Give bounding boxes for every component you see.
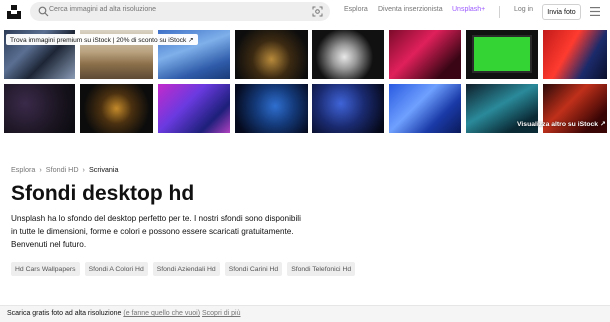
submit-photo-button[interactable]: Invia foto <box>542 4 581 20</box>
tag-sfondi-aziendali-hd[interactable]: Sfondi Aziendali Hd <box>152 262 220 276</box>
gallery-image[interactable] <box>4 84 75 133</box>
breadcrumb-sfondi-hd[interactable]: Sfondi HD <box>46 165 79 174</box>
gallery-image[interactable] <box>389 84 461 133</box>
gallery-image[interactable] <box>389 30 461 79</box>
top-navbar: Cerca immagini ad alta risoluzione Esplo… <box>0 0 610 24</box>
nav-divider <box>499 6 500 18</box>
istock-promo-banner[interactable]: Trova immagini premium su iStock | 20% d… <box>6 34 198 45</box>
tag-sfondi-telefonici-hd[interactable]: Sfondi Telefonici Hd <box>287 262 356 276</box>
gallery-image[interactable] <box>543 30 607 79</box>
footer-license-link[interactable]: (e fanne quello che vuoi) <box>123 310 200 317</box>
gallery-image[interactable] <box>158 84 230 133</box>
gallery-image[interactable] <box>235 84 308 133</box>
page-title: Sfondi desktop hd <box>11 182 195 205</box>
footer-text: Scarica gratis foto ad alta risoluzione … <box>7 310 241 317</box>
hamburger-menu-icon[interactable] <box>590 7 600 16</box>
footer-learn-more-link[interactable]: Scopri di più <box>202 310 241 317</box>
visual-search-icon[interactable] <box>312 6 323 17</box>
nav-explore[interactable]: Esplora <box>344 6 368 13</box>
search-bar[interactable]: Cerca immagini ad alta risoluzione <box>30 2 330 21</box>
see-more-istock-link[interactable]: Visualizza altro su iStock ↗ <box>517 118 606 129</box>
login-link[interactable]: Log in <box>514 6 533 13</box>
search-input[interactable]: Cerca immagini ad alta risoluzione <box>49 6 156 13</box>
gallery-image[interactable] <box>312 30 384 79</box>
breadcrumb-current: Scrivania <box>88 165 119 174</box>
related-tags: Hd Cars Wallpapers Sfondi A Colori Hd Sf… <box>11 262 356 276</box>
breadcrumb: Esplora › Sfondi HD › Scrivania <box>11 165 119 174</box>
gallery-image[interactable] <box>235 30 308 79</box>
footer-message: Scarica gratis foto ad alta risoluzione <box>7 310 122 317</box>
breadcrumb-separator: › <box>82 165 85 174</box>
unsplash-logo-icon[interactable] <box>7 5 21 19</box>
download-footer-bar: Scarica gratis foto ad alta risoluzione … <box>0 305 610 322</box>
breadcrumb-explore[interactable]: Esplora <box>11 165 35 174</box>
nav-become-contributor[interactable]: Diventa inserzionista <box>378 6 443 13</box>
tag-sfondi-carini-hd[interactable]: Sfondi Carini Hd <box>224 262 283 276</box>
tag-sfondi-a-colori-hd[interactable]: Sfondi A Colori Hd <box>84 262 148 276</box>
gallery-image[interactable] <box>312 84 384 133</box>
nav-unsplash-plus[interactable]: Unsplash+ <box>452 6 485 13</box>
page-description: Unsplash ha lo sfondo del desktop perfet… <box>11 214 301 249</box>
tag-hd-cars-wallpapers[interactable]: Hd Cars Wallpapers <box>11 262 80 276</box>
search-icon <box>38 6 49 17</box>
gallery-image[interactable] <box>466 30 538 79</box>
breadcrumb-separator: › <box>39 165 42 174</box>
gallery-image[interactable] <box>80 84 153 133</box>
